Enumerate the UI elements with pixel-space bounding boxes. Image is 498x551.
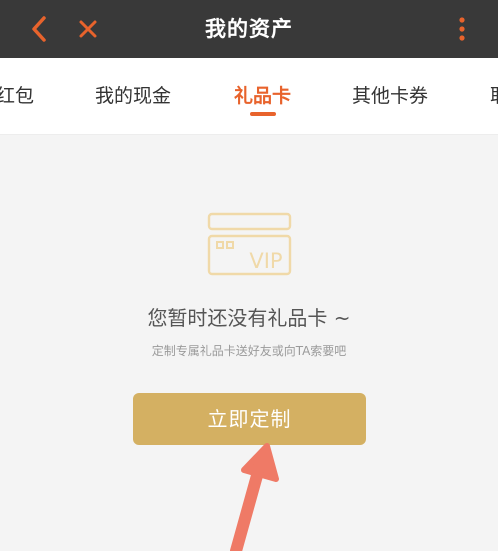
more-vertical-icon bbox=[459, 17, 465, 41]
vip-card-icon: VIP bbox=[207, 212, 292, 276]
page-title: 我的资产 bbox=[205, 17, 293, 41]
tab-gift-card[interactable]: 礼品卡 bbox=[234, 58, 291, 134]
top-nav-bar: 我的资产 bbox=[0, 0, 498, 58]
tab-red-packet[interactable]: 红包 bbox=[0, 58, 34, 134]
active-tab-indicator bbox=[250, 112, 276, 116]
tab-more-partial[interactable]: 取 bbox=[490, 58, 498, 134]
empty-state-subtitle: 定制专属礼品卡送好友或向TA索要吧 bbox=[151, 344, 347, 358]
more-button[interactable] bbox=[442, 9, 482, 49]
empty-state-title: 您暂时还没有礼品卡 ~ bbox=[147, 306, 351, 330]
tab-my-cash[interactable]: 我的现金 bbox=[95, 58, 171, 134]
customize-now-button[interactable]: 立即定制 bbox=[133, 393, 366, 445]
asset-tabs: 红包 我的现金 礼品卡 其他卡券 取 bbox=[0, 58, 498, 135]
tab-other-coupons[interactable]: 其他卡券 bbox=[352, 58, 428, 134]
vip-label: VIP bbox=[249, 249, 282, 273]
